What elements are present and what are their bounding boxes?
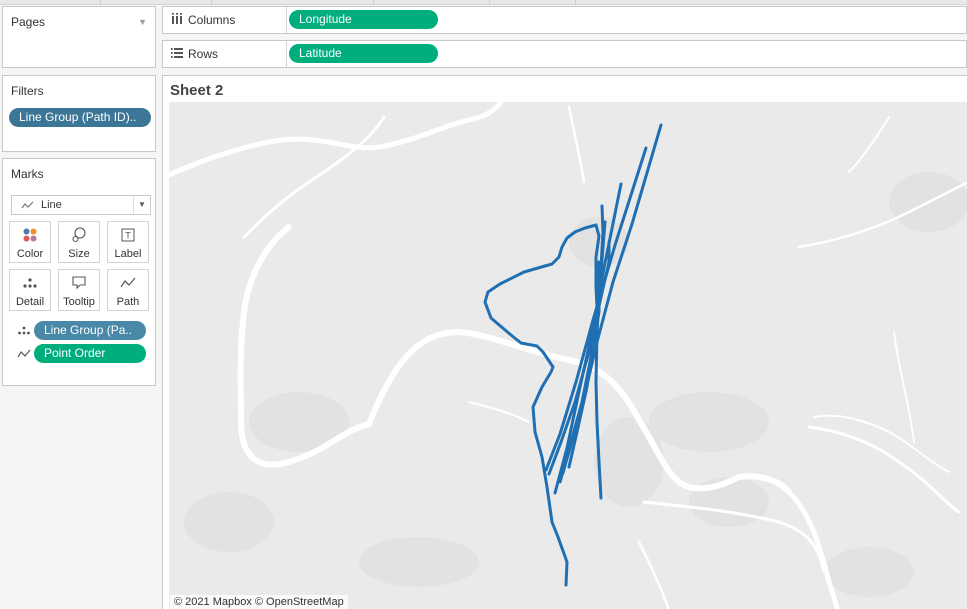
pages-title: Pages	[11, 15, 46, 29]
path-button[interactable]: Path	[107, 269, 149, 311]
map-canvas[interactable]	[169, 102, 967, 609]
filters-title: Filters	[11, 84, 44, 98]
filter-pill-line-group[interactable]: Line Group (Path ID)..	[9, 108, 151, 127]
path-icon	[108, 275, 148, 291]
tableau-workspace: Pages ▼ Filters Line Group (Path ID).. M…	[0, 0, 967, 609]
pages-card[interactable]: Pages ▼	[2, 6, 156, 68]
columns-label: Columns	[188, 13, 236, 27]
tooltip-label: Tooltip	[63, 296, 95, 308]
map-view[interactable]: © 2021 Mapbox © OpenStreetMap	[169, 102, 967, 609]
columns-shelf-label: Columns	[163, 7, 287, 33]
label-button[interactable]: T Label	[107, 221, 149, 263]
map-attribution: © 2021 Mapbox © OpenStreetMap	[170, 595, 348, 609]
marks-pill-line-group[interactable]: Line Group (Pa..	[34, 321, 146, 340]
size-label: Size	[68, 248, 90, 260]
color-icon	[10, 227, 50, 243]
color-button[interactable]: Color	[9, 221, 51, 263]
detail-icon	[10, 275, 50, 291]
detail-icon	[17, 324, 31, 341]
toolbar-strip	[0, 0, 967, 5]
detail-button[interactable]: Detail	[9, 269, 51, 311]
columns-pill-longitude[interactable]: Longitude	[289, 10, 438, 29]
rows-shelf[interactable]: Rows Latitude	[162, 40, 967, 68]
mark-type-label: Line	[41, 199, 62, 211]
chevron-down-icon[interactable]: ▼	[133, 196, 150, 214]
marks-field-row: Point Order	[3, 344, 157, 366]
detail-label: Detail	[15, 296, 45, 308]
worksheet-view: Sheet 2 © 2021 Mapbox © OpenStreetMap	[162, 75, 967, 609]
line-icon	[21, 199, 35, 214]
columns-icon	[171, 13, 183, 28]
marks-field-row: Line Group (Pa..	[3, 321, 157, 343]
marks-card: Marks Line ▼ Color Size T Label Detail T…	[2, 158, 156, 386]
label-icon: T	[108, 227, 148, 243]
size-button[interactable]: Size	[58, 221, 100, 263]
filters-card[interactable]: Filters Line Group (Path ID)..	[2, 75, 156, 152]
columns-shelf[interactable]: Columns Longitude	[162, 6, 967, 34]
label-label: Label	[114, 248, 142, 260]
svg-text:T: T	[125, 231, 131, 241]
color-label: Color	[16, 248, 44, 260]
rows-shelf-label: Rows	[163, 41, 287, 67]
mark-type-dropdown[interactable]: Line ▼	[11, 195, 151, 215]
sheet-title: Sheet 2	[170, 82, 224, 99]
tooltip-button[interactable]: Tooltip	[58, 269, 100, 311]
marks-pill-point-order[interactable]: Point Order	[34, 344, 146, 363]
path-icon	[17, 347, 31, 364]
rows-pill-latitude[interactable]: Latitude	[289, 44, 438, 63]
tooltip-icon	[59, 275, 99, 291]
path-lines[interactable]	[483, 123, 663, 587]
path-label: Path	[116, 296, 140, 308]
rows-label: Rows	[188, 47, 219, 61]
size-icon	[59, 227, 99, 243]
rows-icon	[171, 47, 183, 62]
marks-title: Marks	[11, 167, 44, 181]
river-layer	[169, 102, 967, 609]
chevron-down-icon[interactable]: ▼	[138, 17, 147, 27]
